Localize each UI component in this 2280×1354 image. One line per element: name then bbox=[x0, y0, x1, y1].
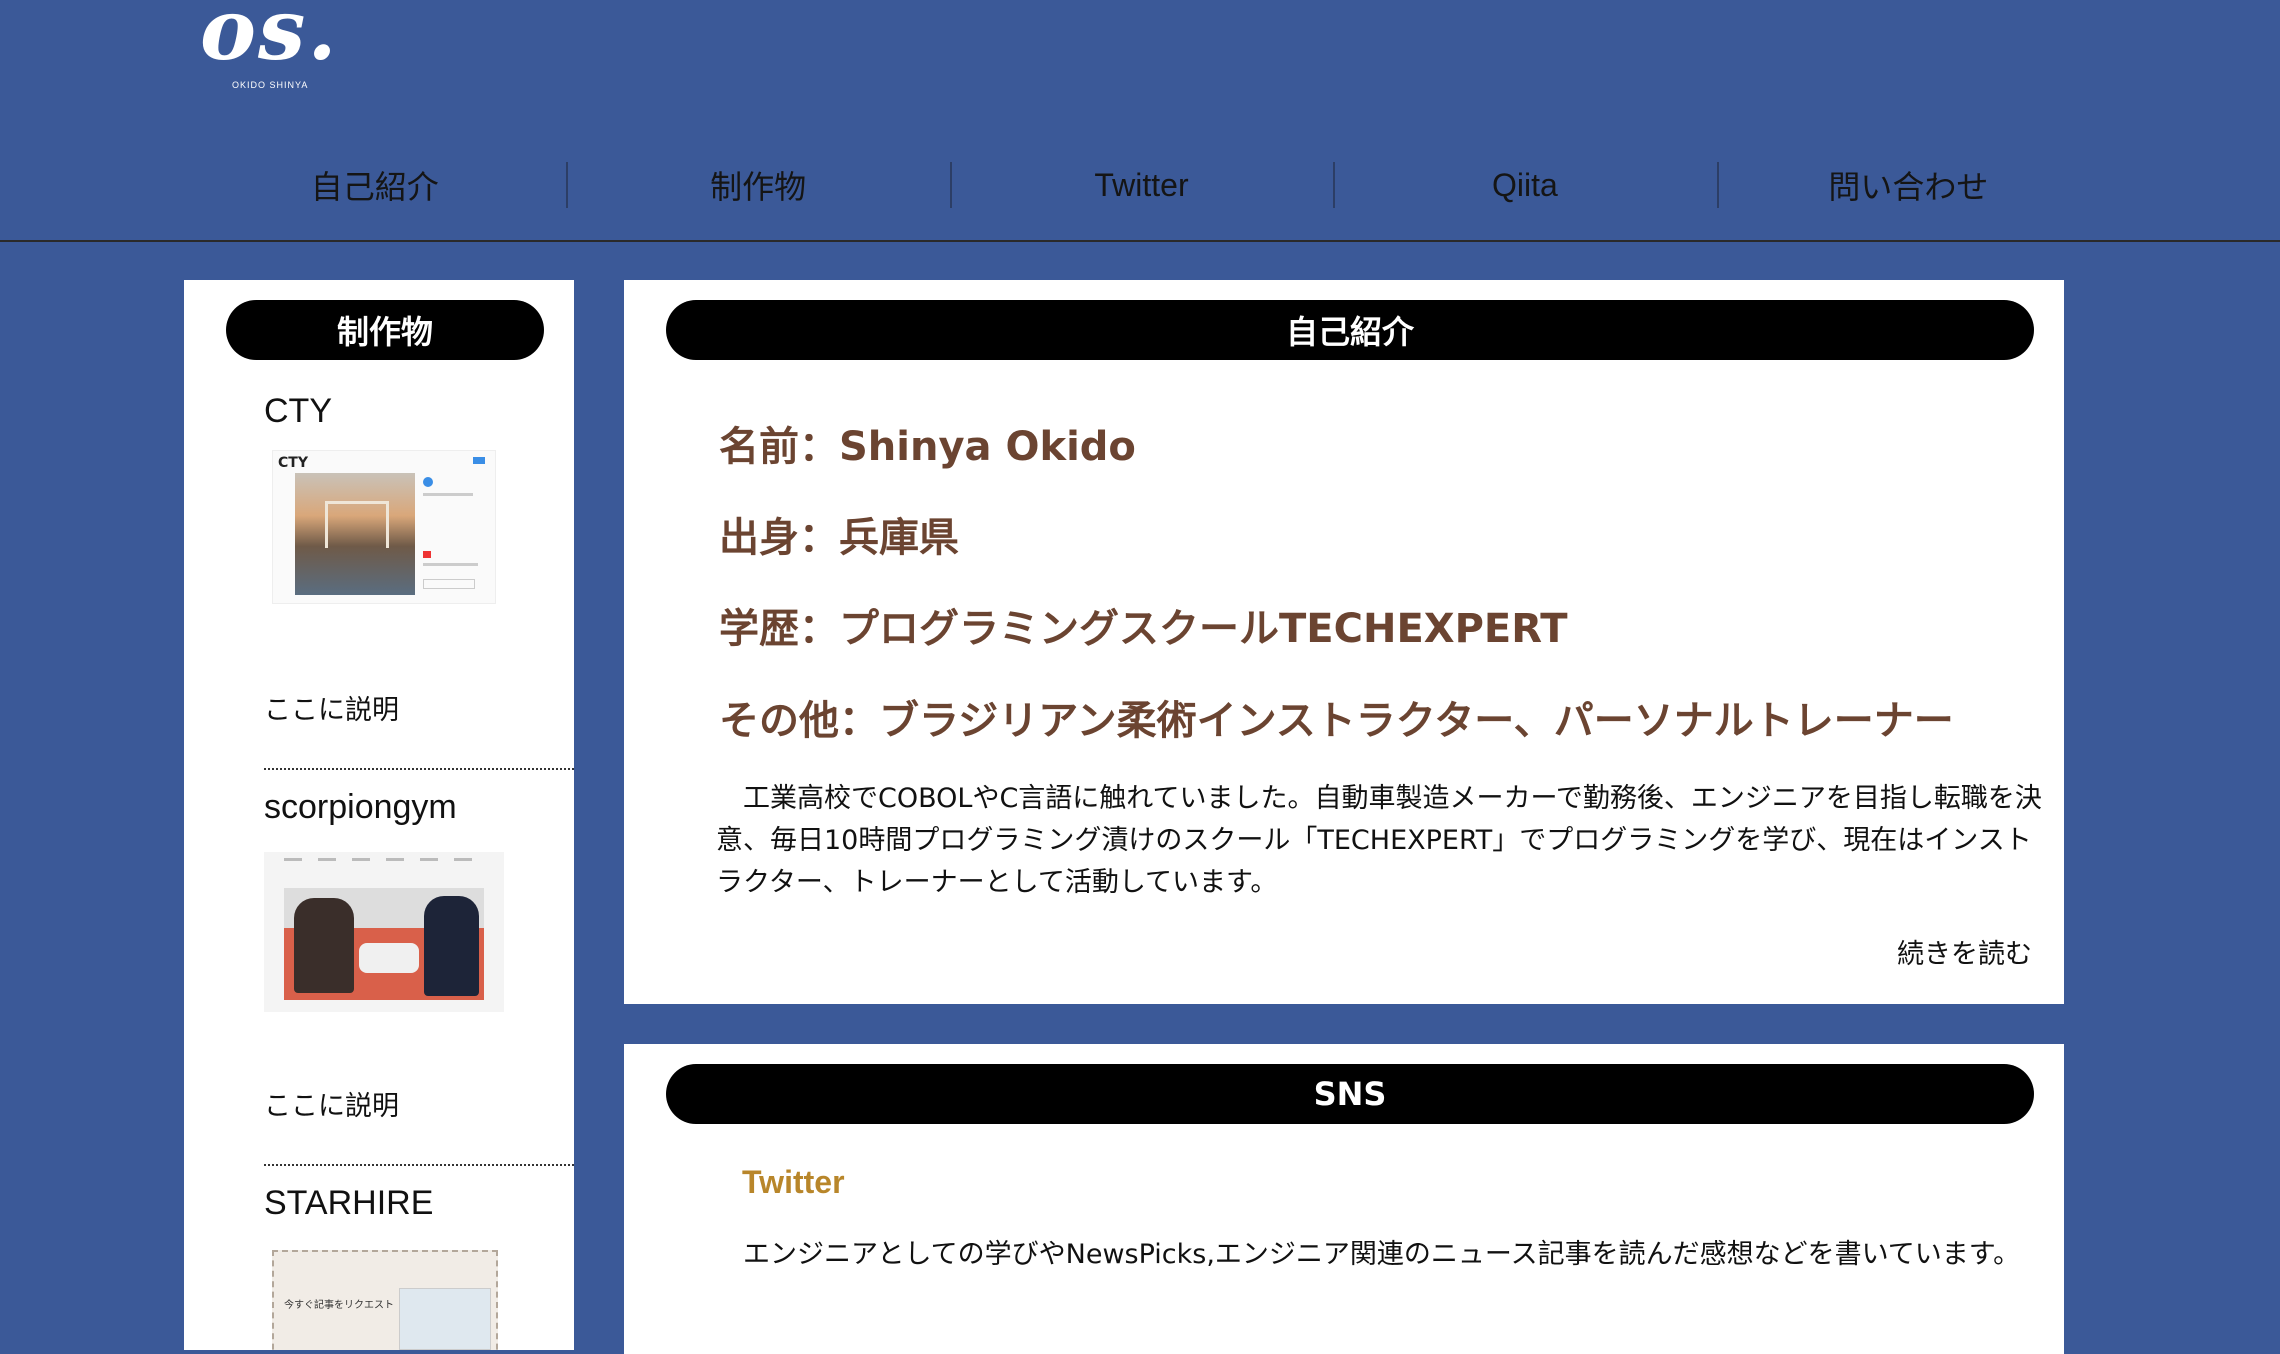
work-item-starhire[interactable]: STARHIRE bbox=[264, 1184, 574, 1223]
work-divider bbox=[264, 1164, 574, 1166]
scorpiongym-thumb-photo bbox=[284, 888, 484, 1000]
cty-thumb-logo: CTY bbox=[278, 455, 308, 471]
read-more-link[interactable]: 続きを読む bbox=[1897, 932, 2032, 971]
twitter-link[interactable]: Twitter bbox=[742, 1164, 845, 1201]
work-item-cty[interactable]: CTY bbox=[264, 392, 574, 431]
about-other: その他：ブラジリアン柔術インストラクター、パーソナルトレーナー bbox=[719, 698, 1954, 744]
about-name: 名前：Shinya Okido bbox=[719, 424, 1136, 470]
works-heading: 制作物 bbox=[226, 300, 544, 360]
about-panel: 自己紹介 名前：Shinya Okido 出身：兵庫県 学歴：プログラミングスク… bbox=[624, 280, 2064, 1004]
work-title[interactable]: CTY bbox=[264, 392, 574, 431]
works-panel: 制作物 CTY CTY ここに説明 scorpiongym ここに説明 STAR… bbox=[184, 280, 574, 1350]
work-description: ここに説明 bbox=[264, 695, 399, 726]
work-title[interactable]: scorpiongym bbox=[264, 788, 574, 827]
nav-qiita[interactable]: Qiita bbox=[1333, 160, 1716, 210]
work-description: ここに説明 bbox=[264, 1091, 399, 1122]
nav-works[interactable]: 制作物 bbox=[566, 160, 949, 210]
starhire-screenshot[interactable]: 今すぐ記事をリクエスト bbox=[272, 1250, 498, 1350]
cty-thumb-photo bbox=[295, 473, 415, 595]
about-origin: 出身：兵庫県 bbox=[719, 515, 959, 561]
scorpiongym-thumb-nav bbox=[284, 858, 484, 861]
sns-heading: SNS bbox=[666, 1064, 2034, 1124]
starhire-thumb-map bbox=[399, 1288, 491, 1350]
about-heading: 自己紹介 bbox=[666, 300, 2034, 360]
cty-thumb-button bbox=[473, 457, 485, 464]
starhire-thumb-text: 今すぐ記事をリクエスト bbox=[284, 1300, 394, 1311]
scorpiongym-screenshot[interactable] bbox=[264, 852, 504, 1012]
nav-twitter[interactable]: Twitter bbox=[949, 160, 1333, 210]
work-desc-container: ここに説明 bbox=[264, 1084, 574, 1123]
about-education: 学歴：プログラミングスクールTECHEXPERT bbox=[719, 606, 1568, 652]
work-desc-container: ここに説明 bbox=[264, 688, 574, 727]
nav-contact[interactable]: 問い合わせ bbox=[1716, 160, 2100, 210]
site-header: os. OKIDO SHINYA 自己紹介 制作物 Twitter Qiita … bbox=[0, 0, 2280, 242]
work-item-scorpiongym[interactable]: scorpiongym bbox=[264, 788, 574, 827]
main-nav: 自己紹介 制作物 Twitter Qiita 問い合わせ bbox=[183, 160, 2100, 210]
nav-about[interactable]: 自己紹介 bbox=[183, 160, 566, 210]
sns-panel: SNS Twitter エンジニアとしての学びやNewsPicks,エンジニア関… bbox=[624, 1044, 2064, 1354]
work-divider bbox=[264, 768, 574, 770]
logo-subtitle: OKIDO SHINYA bbox=[232, 80, 309, 90]
about-description: 工業高校でCOBOLやC言語に触れていました。自動車製造メーカーで勤務後、エンジ… bbox=[716, 783, 2042, 898]
site-logo[interactable]: os. bbox=[200, 0, 339, 72]
work-title[interactable]: STARHIRE bbox=[264, 1184, 574, 1223]
twitter-description: エンジニアとしての学びやNewsPicks,エンジニア関連のニュース記事を読んだ… bbox=[743, 1239, 2021, 1270]
cty-screenshot[interactable]: CTY bbox=[272, 450, 496, 604]
